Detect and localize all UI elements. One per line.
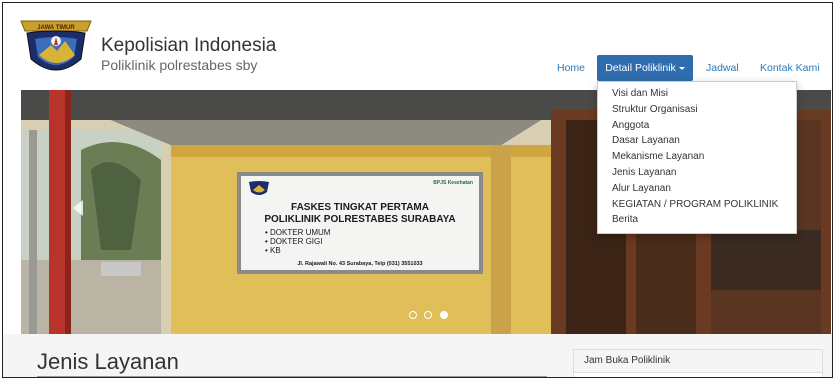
carousel-indicators: [409, 306, 451, 319]
menu-item-jenis-layanan[interactable]: Jenis Layanan: [598, 165, 796, 181]
sign-list-item: • DOKTER UMUM: [265, 228, 331, 237]
carousel-prev-arrow[interactable]: [73, 200, 83, 216]
nav-home-link[interactable]: Home: [557, 55, 585, 81]
sign-line-2: POLIKLINIK POLRESTABES SURABAYA: [264, 214, 456, 225]
sign-police-logo: [249, 181, 269, 195]
browser-frame: JAWA TIMUR Kepolisian Indonesia Poliklin…: [2, 2, 833, 378]
nav-kontak-link[interactable]: Kontak Kami: [760, 55, 820, 81]
opening-hours-panel: Jam Buka Poliklinik: [573, 349, 823, 377]
nav-jadwal-link[interactable]: Jadwal: [706, 55, 739, 81]
sign-bpjs-logo: BPJS Kesehatan: [433, 180, 473, 186]
main-nav: Home Detail Poliklinik Jadwal Kontak Kam…: [3, 55, 832, 81]
title-divider: [37, 376, 547, 377]
menu-item-dasar-layanan[interactable]: Dasar Layanan: [598, 133, 796, 149]
content-area: Jenis Layanan Jam Buka Poliklinik: [3, 334, 832, 377]
menu-item-struktur-organisasi[interactable]: Struktur Organisasi: [598, 102, 796, 118]
sign-list-item: • DOKTER GIGI: [265, 237, 323, 246]
sign-line-1: FASKES TINGKAT PERTAMA: [291, 202, 429, 213]
menu-item-berita[interactable]: Berita: [598, 212, 796, 228]
sign-list-item: • KB: [265, 246, 281, 255]
menu-item-visi-misi[interactable]: Visi dan Misi: [598, 86, 796, 102]
clinic-sign: BPJS Kesehatan FASKES TINGKAT PERTAMA PO…: [237, 172, 483, 274]
sign-service-list: • DOKTER UMUM • DOKTER GIGI • KB: [265, 228, 330, 255]
detail-poliklinik-menu: Visi dan Misi Struktur Organisasi Anggot…: [597, 81, 797, 234]
sign-address: Jl. Rajawali No. 43 Surabaya, Telp (031)…: [297, 261, 423, 267]
logo-banner-text: JAWA TIMUR: [37, 25, 75, 31]
menu-item-mekanisme-layanan[interactable]: Mekanisme Layanan: [598, 149, 796, 165]
site-header: JAWA TIMUR Kepolisian Indonesia Poliklin…: [3, 3, 832, 89]
carousel-dot[interactable]: [409, 310, 417, 319]
caret-down-icon: [678, 66, 685, 70]
menu-item-alur-layanan[interactable]: Alur Layanan: [598, 181, 796, 197]
nav-detail-poliklinik-dropdown[interactable]: Detail Poliklinik: [597, 55, 693, 81]
nav-detail-label: Detail Poliklinik: [605, 62, 676, 74]
page-title: Jenis Layanan: [37, 349, 179, 374]
carousel-dot-active[interactable]: [439, 310, 448, 319]
menu-item-anggota[interactable]: Anggota: [598, 118, 796, 134]
menu-item-kegiatan-program[interactable]: KEGIATAN / PROGRAM POLIKLINIK: [598, 197, 796, 213]
brand-title[interactable]: Kepolisian Indonesia: [101, 35, 276, 57]
panel-heading: Jam Buka Poliklinik: [574, 350, 822, 373]
